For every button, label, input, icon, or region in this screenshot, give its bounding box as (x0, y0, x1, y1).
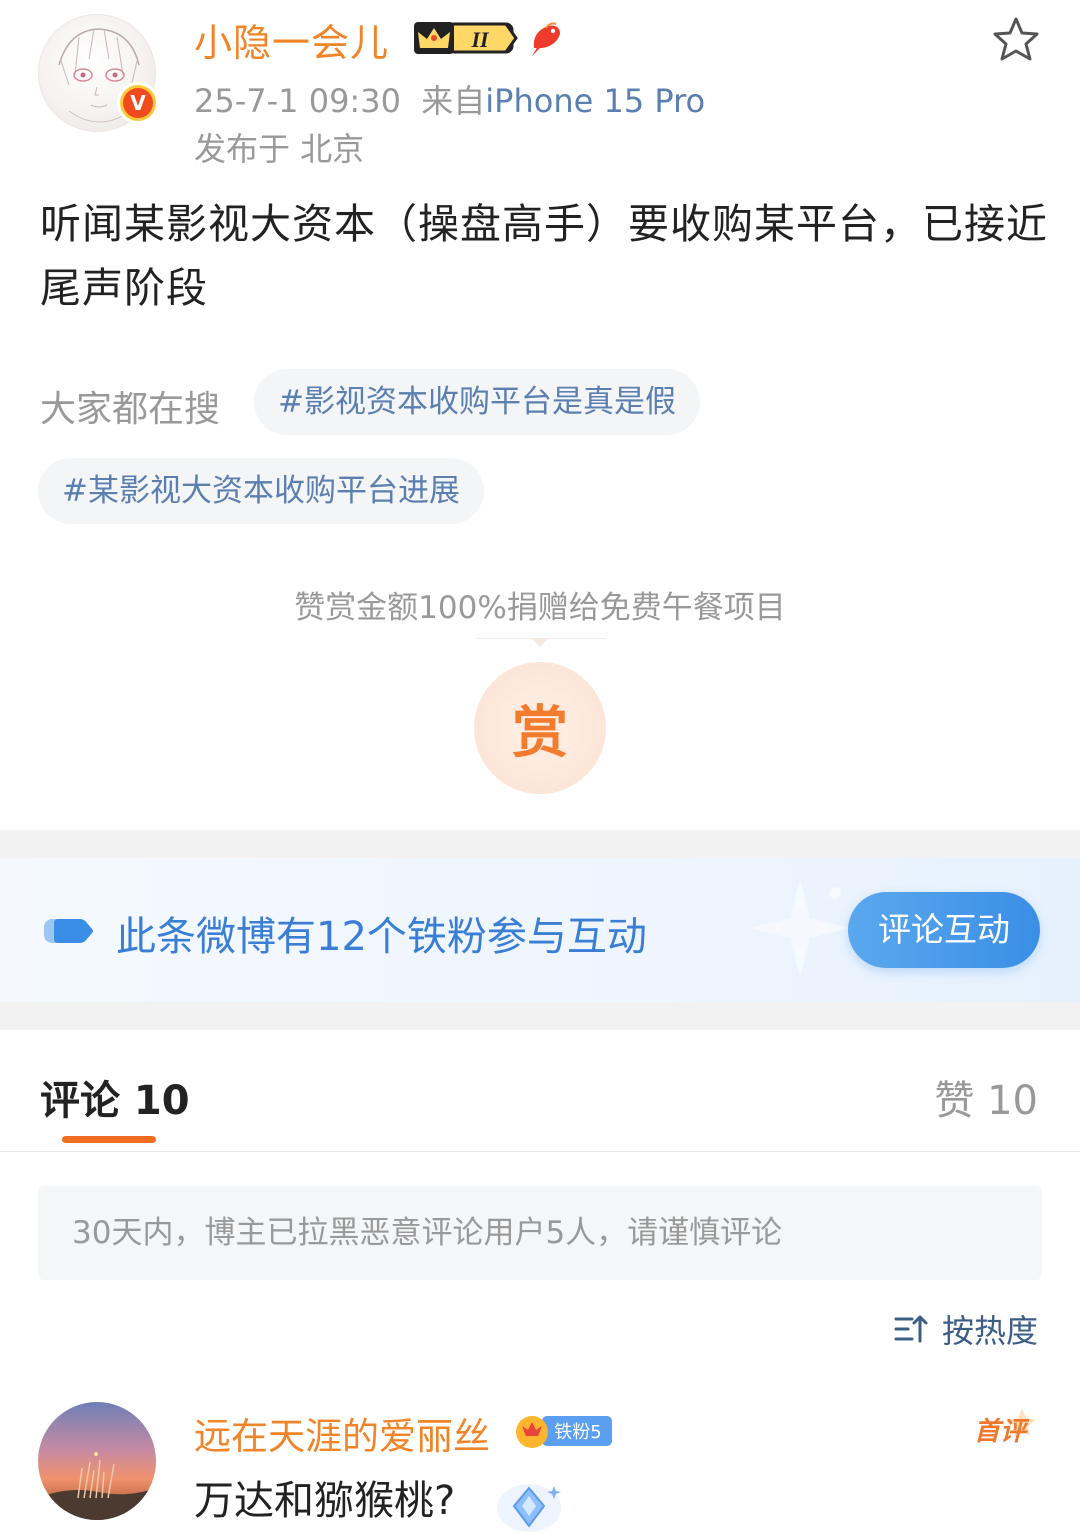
iron-fans-bar: 此条微博有12个铁粉参与互动 评论互动 (0, 858, 1080, 1002)
reward-button[interactable]: 赏 (474, 662, 606, 794)
diamond-sticker-icon (497, 1484, 561, 1532)
sort-label: 按热度 (941, 1312, 1038, 1350)
play-arrow-icon (44, 919, 93, 943)
first-comment-text: 首评 (974, 1417, 1030, 1447)
post-body-text: 听闻某影视大资本（操盘高手）要收购某平台，已接近尾声阶段 (40, 200, 1048, 312)
commenter-avatar[interactable] (38, 1402, 156, 1520)
sunset-grass-avatar-image (38, 1452, 156, 1520)
trending-tag-1[interactable]: #影视资本收购平台是真是假 (254, 369, 700, 435)
section-divider (0, 830, 1080, 858)
device-link[interactable]: iPhone 15 Pro (485, 82, 705, 120)
author-name[interactable]: 小隐一会儿 (194, 12, 389, 67)
section-divider (0, 1002, 1080, 1030)
comment-interact-button[interactable]: 评论互动 (848, 892, 1040, 968)
post-meta: 25-7-1 09:30 来自iPhone 15 Pro (194, 76, 705, 122)
comment-tabs: 评论 10 赞 10 (0, 1030, 1080, 1152)
trending-search-label: 大家都在搜 (40, 389, 221, 430)
member-crown-badge-icon: II (414, 22, 518, 54)
reward-caret-icon (531, 638, 549, 647)
verified-badge-icon: V (117, 82, 159, 124)
iron-fans-text: 此条微博有12个铁粉参与互动 (116, 914, 647, 960)
trending-tag-2[interactable]: #某影视大资本收购平台进展 (38, 458, 484, 524)
iron-fan-badge-icon: 铁粉5 (516, 1416, 612, 1448)
commenter-name[interactable]: 远在天涯的爱丽丝 (194, 1406, 490, 1460)
post-timestamp: 25-7-1 09:30 (194, 82, 401, 120)
comment-text: 万达和猕猴桃? (194, 1478, 456, 1524)
post-card: V 小隐一会儿 II 25-7-1 09:30 来自iPhone 15 Pro … (0, 0, 1080, 830)
active-tab-indicator (62, 1136, 156, 1143)
tab-comments[interactable]: 评论 10 (40, 1068, 190, 1126)
decorative-sparkle-icon (750, 878, 850, 978)
koi-fish-icon (532, 22, 560, 56)
favorite-star-icon[interactable] (990, 14, 1042, 66)
fan-badge-text: 铁粉5 (554, 1422, 601, 1443)
reward-donation-notice: 赞赏金额100%捐赠给免费午餐项目 (294, 590, 786, 626)
post-location: 发布于 北京 (194, 130, 365, 168)
level-badge-text: II (470, 27, 490, 52)
source-prefix: 来自 (421, 82, 486, 120)
sort-icon (894, 1315, 928, 1343)
sort-by-hot-button[interactable]: 按热度 (894, 1306, 1038, 1352)
first-comment-badge-icon: 首评 (974, 1408, 1036, 1447)
blocked-users-notice: 30天内，博主已拉黑恶意评论用户5人，请谨慎评论 (38, 1186, 1042, 1280)
tab-likes[interactable]: 赞 10 (934, 1068, 1038, 1126)
